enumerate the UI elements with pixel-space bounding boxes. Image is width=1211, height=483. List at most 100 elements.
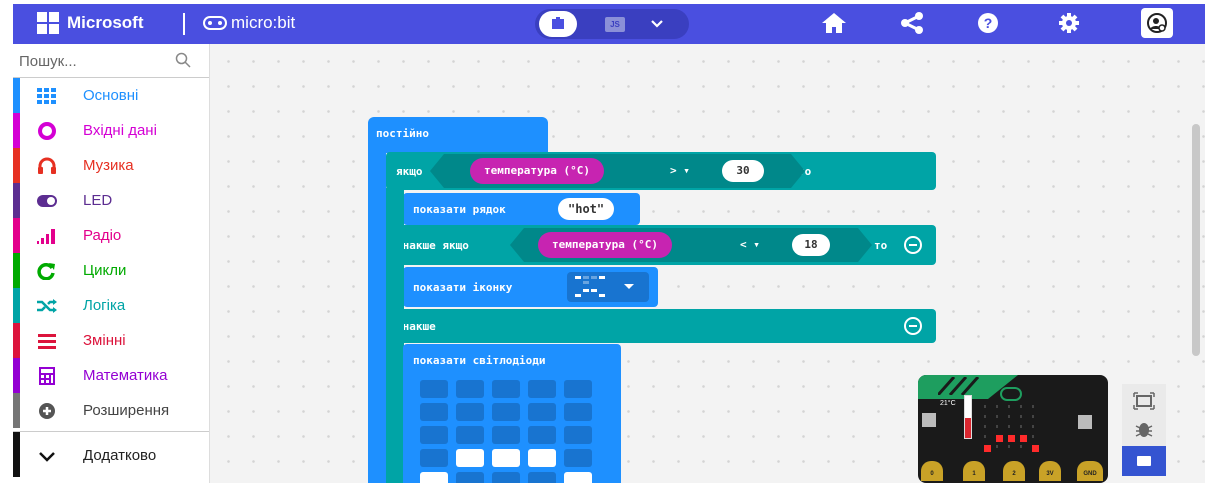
remove-branch-icon[interactable] <box>904 236 922 254</box>
category-stripe <box>13 113 20 148</box>
led-cell[interactable] <box>420 472 448 483</box>
category-math[interactable]: Математика <box>13 358 209 393</box>
simulator-led <box>984 415 986 418</box>
workspace-scrollbar[interactable] <box>1192 124 1200 356</box>
led-cell[interactable] <box>564 403 592 421</box>
led-cell[interactable] <box>528 426 556 444</box>
show-string-label: показати рядок <box>413 203 506 216</box>
forever-block[interactable]: постійно <box>368 117 548 153</box>
show-icon-block[interactable]: показати іконку <box>403 267 658 307</box>
number-18[interactable]: 18 <box>792 234 830 256</box>
share-icon[interactable] <box>900 12 924 39</box>
string-value-hot[interactable]: "hot" <box>558 198 615 220</box>
puzzle-icon <box>552 17 564 29</box>
category-advanced[interactable]: Додатково <box>13 431 209 477</box>
home-icon[interactable] <box>821 12 847 39</box>
category-music[interactable]: Музика <box>13 148 209 183</box>
category-logic[interactable]: Логіка <box>13 288 209 323</box>
simulator-led <box>1008 445 1010 448</box>
simulator-led <box>1020 415 1022 418</box>
headphones-icon <box>38 157 56 174</box>
temperature-reporter[interactable]: температура (°C) <box>470 158 604 184</box>
remove-else-icon[interactable] <box>904 317 922 335</box>
led-cell[interactable] <box>456 426 484 444</box>
led-cell[interactable] <box>492 426 520 444</box>
led-cell[interactable] <box>528 403 556 421</box>
top-bar: Microsoft micro:bit JS ? <box>13 4 1205 44</box>
led-cell[interactable] <box>528 380 556 398</box>
javascript-editor-button[interactable]: JS <box>605 17 625 32</box>
category-stripe <box>13 218 20 253</box>
editor-toggle: JS <box>535 9 689 39</box>
led-cell[interactable] <box>456 472 484 483</box>
led-cell[interactable] <box>420 380 448 398</box>
operator-label: > <box>670 164 677 177</box>
category-basic[interactable]: Основні <box>13 78 209 113</box>
category-stripe <box>13 358 20 393</box>
microbit-logo-icon <box>1000 387 1022 401</box>
simulator-led <box>996 405 998 408</box>
led-cell[interactable] <box>420 426 448 444</box>
led-cell[interactable] <box>492 380 520 398</box>
led-cell[interactable] <box>564 380 592 398</box>
led-cell[interactable] <box>528 449 556 467</box>
search-input[interactable] <box>19 51 169 71</box>
category-loops[interactable]: Цикли <box>13 253 209 288</box>
category-extensions[interactable]: Розширення <box>13 393 209 428</box>
category-label: LED <box>83 192 113 209</box>
chevron-down-icon[interactable] <box>649 15 665 36</box>
pin-3v[interactable]: 3V <box>1039 461 1061 481</box>
temperature-slider[interactable] <box>964 395 972 439</box>
help-icon[interactable]: ? <box>977 12 999 39</box>
user-icon <box>1147 13 1167 33</box>
category-radio[interactable]: Радіо <box>13 218 209 253</box>
show-leds-label: показати світлодіоди <box>413 354 546 367</box>
debug-icon[interactable] <box>1130 418 1158 440</box>
number-30[interactable]: 30 <box>722 160 764 182</box>
button-b[interactable] <box>1078 415 1092 429</box>
pin-2[interactable]: 2 <box>1003 461 1025 481</box>
led-cell[interactable] <box>456 380 484 398</box>
search-icon[interactable] <box>175 52 191 73</box>
category-variables[interactable]: Змінні <box>13 323 209 358</box>
brand-label: Microsoft <box>67 13 144 32</box>
then-label-2: то <box>874 239 888 252</box>
simulator-led <box>984 405 986 408</box>
led-cell[interactable] <box>564 426 592 444</box>
gt-operator-dropdown[interactable]: > ▾ <box>664 160 696 182</box>
pin-0[interactable]: 0 <box>921 461 943 481</box>
category-led[interactable]: LED <box>13 183 209 218</box>
blocks-editor-button[interactable] <box>539 11 577 37</box>
led-cell[interactable] <box>528 472 556 483</box>
stop-button[interactable] <box>1122 446 1166 476</box>
chevron-down-icon <box>39 452 55 462</box>
category-stripe <box>13 253 20 288</box>
led-cell[interactable] <box>492 403 520 421</box>
led-cell[interactable] <box>420 403 448 421</box>
simulator-led <box>1008 425 1010 428</box>
category-input[interactable]: Вхідні дані <box>13 113 209 148</box>
grid-icon <box>37 88 56 104</box>
temperature-reporter-2[interactable]: температура (°C) <box>538 232 672 258</box>
microbit-simulator[interactable]: 21°C 0 1 2 3V GND <box>918 375 1108 483</box>
led-cell[interactable] <box>456 403 484 421</box>
led-cell[interactable] <box>456 449 484 467</box>
user-button[interactable] <box>1141 8 1173 38</box>
led-cell[interactable] <box>564 472 592 483</box>
led-cell[interactable] <box>564 449 592 467</box>
fullscreen-icon[interactable] <box>1130 390 1158 412</box>
signal-icon <box>37 229 55 244</box>
button-a[interactable] <box>922 413 936 427</box>
icon-dropdown[interactable] <box>567 272 649 302</box>
pin-1[interactable]: 1 <box>963 461 985 481</box>
led-cell[interactable] <box>492 449 520 467</box>
pin-gnd[interactable]: GND <box>1077 461 1103 481</box>
if-block-spine <box>386 188 404 483</box>
led-cell[interactable] <box>492 472 520 483</box>
microsoft-logo-icon <box>37 12 59 34</box>
settings-icon[interactable] <box>1058 12 1080 39</box>
led-cell[interactable] <box>420 449 448 467</box>
simulator-led <box>1020 435 1027 442</box>
else-block[interactable]: інакше <box>386 309 936 343</box>
lt-operator-dropdown[interactable]: < ▾ <box>734 234 766 256</box>
